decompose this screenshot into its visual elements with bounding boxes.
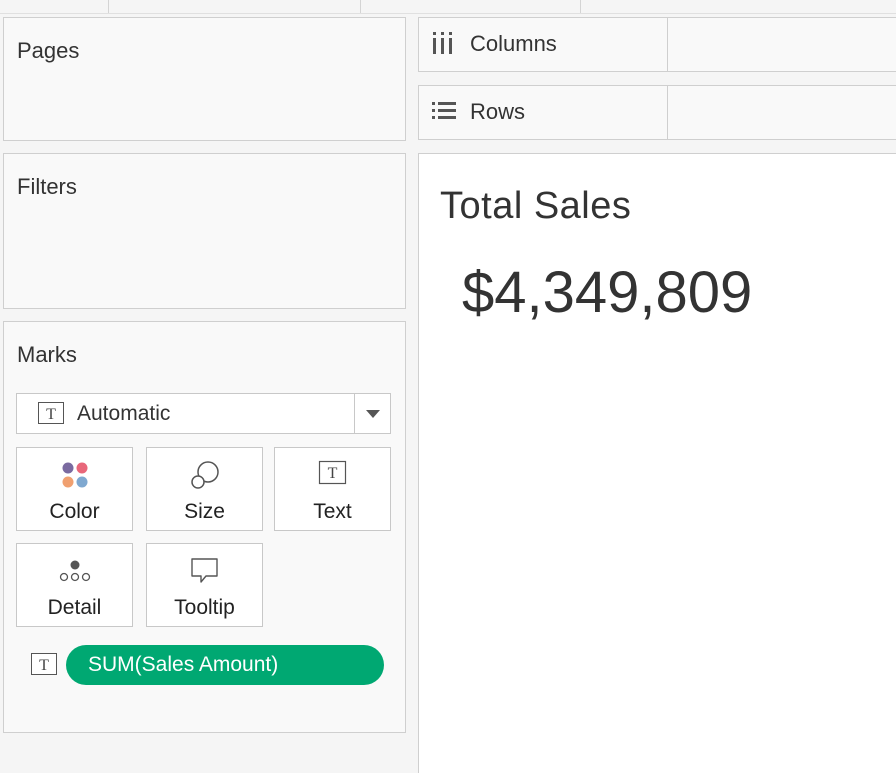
text-icon[interactable]: T	[31, 653, 57, 680]
columns-shelf-header: Columns	[419, 18, 668, 71]
tooltip-button[interactable]: Tooltip	[146, 543, 263, 627]
filters-shelf[interactable]: Filters	[3, 153, 406, 309]
svg-text:T: T	[39, 657, 49, 674]
mark-type-dropdown[interactable]: T Automatic	[16, 393, 391, 434]
size-button[interactable]: Size	[146, 447, 263, 531]
mark-type-dropdown-button[interactable]	[354, 394, 390, 433]
marks-title: Marks	[17, 342, 77, 367]
toolbar-divider	[580, 0, 581, 13]
sum-sales-amount-pill[interactable]: SUM(Sales Amount)	[66, 645, 384, 685]
total-sales-value[interactable]: $4,349,809	[462, 259, 752, 326]
toolbar-divider	[360, 0, 361, 13]
view-title: Total Sales	[440, 185, 632, 227]
pages-shelf[interactable]: Pages	[3, 17, 406, 141]
toolbar-divider	[108, 0, 109, 13]
detail-label: Detail	[47, 596, 102, 619]
text-label: Text	[313, 500, 352, 523]
speech-bubble-icon	[147, 556, 262, 586]
columns-shelf[interactable]: Columns	[418, 17, 896, 72]
tooltip-label: Tooltip	[174, 596, 235, 619]
pages-title: Pages	[17, 38, 80, 63]
svg-text:T: T	[327, 465, 337, 482]
filters-title: Filters	[17, 174, 77, 199]
text-icon: T	[38, 402, 64, 429]
mark-type-label: Automatic	[77, 402, 171, 425]
detail-button[interactable]: Detail	[16, 543, 133, 627]
worksheet-view[interactable]: Total Sales $4,349,809	[418, 153, 896, 773]
text-icon: T	[275, 460, 390, 490]
detail-dots-icon	[17, 556, 132, 586]
svg-text:T: T	[46, 406, 56, 423]
color-dots-icon	[17, 460, 132, 490]
size-circles-icon	[147, 460, 262, 490]
chevron-down-icon	[366, 410, 380, 418]
rows-label: Rows	[470, 99, 526, 124]
color-button[interactable]: Color	[16, 447, 133, 531]
top-toolbar-strip	[0, 0, 896, 14]
columns-icon	[431, 32, 455, 59]
rows-icon	[431, 100, 457, 127]
rows-shelf[interactable]: Rows	[418, 85, 896, 140]
size-label: Size	[184, 500, 225, 523]
text-button[interactable]: T Text	[274, 447, 391, 531]
rows-shelf-header: Rows	[419, 86, 668, 139]
color-label: Color	[49, 500, 100, 523]
columns-label: Columns	[470, 31, 557, 56]
